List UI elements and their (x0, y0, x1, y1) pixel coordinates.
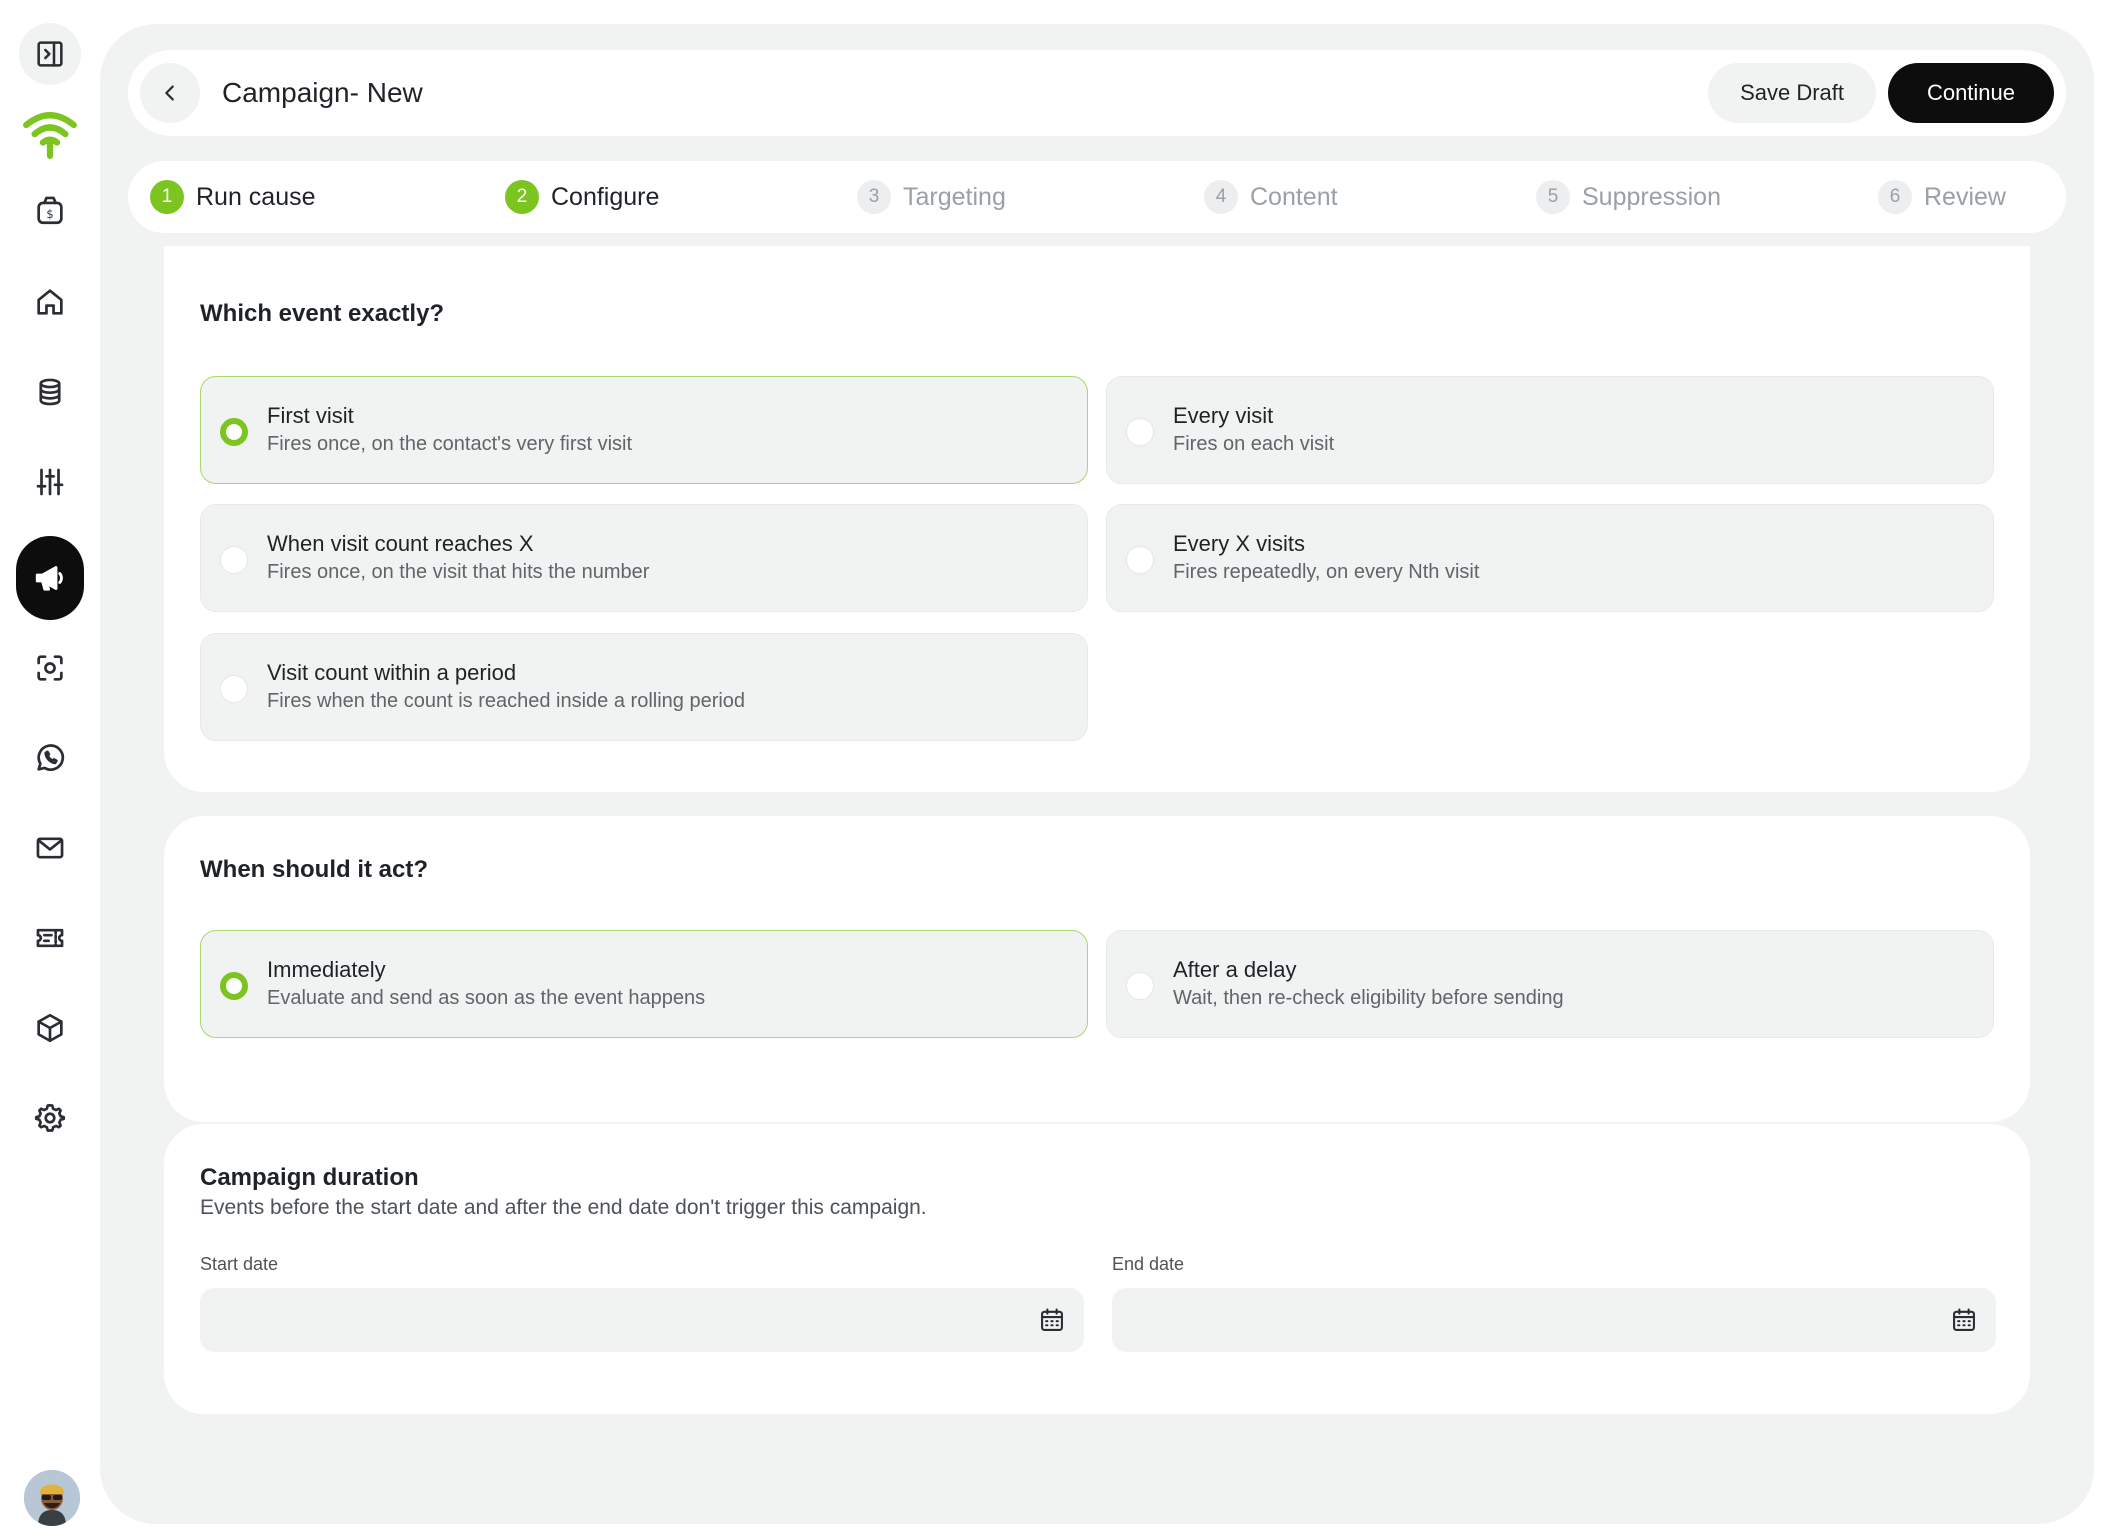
sidebar-item-scan[interactable] (18, 636, 82, 700)
megaphone-icon (35, 566, 63, 591)
radio-unselected[interactable] (1126, 546, 1154, 574)
sidebar-toggle-icon (37, 41, 63, 67)
option-description: Fires repeatedly, on every Nth visit (1173, 561, 1480, 583)
option-description: Evaluate and send as soon as the event h… (267, 987, 706, 1009)
user-avatar[interactable] (24, 1470, 80, 1526)
whatsapp-icon (37, 744, 65, 771)
save-draft-button[interactable]: Save Draft (1708, 63, 1876, 123)
sidebar-item-tickets[interactable] (18, 906, 82, 970)
option-title: Visit count within a period (267, 660, 517, 685)
timing-card: When should it act? Immediately Evaluate… (164, 816, 2030, 1122)
wifi-logo-icon (23, 112, 77, 159)
radio-unselected[interactable] (220, 675, 248, 703)
option-description: Fires on each visit (1173, 433, 1335, 455)
chevron-left-icon (165, 85, 174, 101)
ticket-icon (36, 928, 64, 948)
event-section-title: Which event exactly? (200, 300, 445, 327)
top-bar: Campaign- New Save Draft Continue (128, 50, 2066, 136)
option-first-visit[interactable]: First visit Fires once, on the contact's… (200, 376, 1088, 484)
event-card: Which event exactly? First visit Fires o… (164, 246, 2030, 792)
sidebar-item-database[interactable] (18, 360, 82, 424)
option-immediately[interactable]: Immediately Evaluate and send as soon as… (200, 930, 1088, 1038)
option-title: When visit count reaches X (267, 531, 534, 556)
option-after-delay[interactable]: After a delay Wait, then re-check eligib… (1106, 930, 1994, 1038)
scan-icon (37, 655, 63, 681)
wallet-icon: $ (37, 196, 63, 225)
continue-button[interactable]: Continue (1888, 63, 2054, 123)
main-surface: Campaign- New Save Draft Continue 1 Run … (100, 24, 2094, 1524)
step-number: 1 (150, 180, 184, 214)
sidebar-item-email[interactable] (18, 816, 82, 880)
option-title: After a delay (1173, 957, 1297, 982)
step-number: 5 (1536, 180, 1570, 214)
settings-icon (34, 1103, 66, 1132)
step-number: 2 (505, 180, 539, 214)
sidebar-item-settings[interactable] (18, 1086, 82, 1150)
radio-selected[interactable] (220, 972, 248, 1000)
step-progress: 1 Run cause 2 Configure 3 Targeting 4 Co… (128, 161, 2066, 233)
database-icon (39, 378, 61, 406)
sidebar-item-campaigns[interactable] (16, 536, 84, 620)
step-number: 3 (857, 180, 891, 214)
page-title: Campaign- New (222, 77, 423, 108)
sidebar-item-whatsapp[interactable] (18, 726, 82, 790)
timing-section-title: When should it act? (200, 856, 428, 883)
start-date-field[interactable] (200, 1288, 1084, 1352)
sidebar: $ (0, 0, 100, 1540)
option-visit-count-within-period[interactable]: Visit count within a period Fires when t… (200, 633, 1088, 741)
step-run-cause[interactable]: 1 Run cause (150, 161, 316, 233)
avatar-icon (24, 1470, 80, 1526)
sidebar-item-wallet[interactable]: $ (18, 178, 82, 242)
sidebar-toggle-button[interactable] (19, 23, 81, 85)
step-configure[interactable]: 2 Configure (505, 161, 659, 233)
step-label: Targeting (903, 182, 1006, 211)
step-number: 6 (1878, 180, 1912, 214)
sliders-icon (36, 468, 64, 496)
svg-text:$: $ (46, 207, 53, 221)
step-label: Run cause (196, 182, 316, 211)
sidebar-item-home[interactable] (18, 270, 82, 334)
step-label: Suppression (1582, 182, 1721, 211)
step-targeting[interactable]: 3 Targeting (857, 161, 1006, 233)
box-icon (37, 1013, 63, 1043)
end-date-field[interactable] (1112, 1288, 1996, 1352)
home-icon (37, 289, 63, 315)
step-suppression[interactable]: 5 Suppression (1536, 161, 1721, 233)
step-label: Review (1924, 182, 2006, 211)
back-button[interactable] (140, 63, 200, 123)
option-description: Fires once, on the contact's very first … (267, 433, 633, 455)
step-content[interactable]: 4 Content (1204, 161, 1338, 233)
option-every-x-visits[interactable]: Every X visits Fires repeatedly, on ever… (1106, 504, 1994, 612)
calendar-icon[interactable] (1950, 1306, 1978, 1334)
mail-icon (36, 837, 64, 859)
option-visit-count-reaches-x[interactable]: When visit count reaches X Fires once, o… (200, 504, 1088, 612)
calendar-icon[interactable] (1038, 1306, 1066, 1334)
option-description: Fires once, on the visit that hits the n… (267, 561, 650, 583)
option-title: Every X visits (1173, 531, 1306, 556)
start-date-label: Start date (200, 1254, 279, 1274)
end-date-label: End date (1112, 1254, 1185, 1274)
radio-unselected[interactable] (220, 546, 248, 574)
option-title: First visit (267, 403, 354, 428)
radio-unselected[interactable] (1126, 972, 1154, 1000)
step-number: 4 (1204, 180, 1238, 214)
step-review[interactable]: 6 Review (1878, 161, 2006, 233)
option-every-visit[interactable]: Every visit Fires on each visit (1106, 376, 1994, 484)
duration-description: Events before the start date and after t… (200, 1196, 927, 1219)
sidebar-item-filters[interactable] (18, 450, 82, 514)
step-label: Configure (551, 182, 660, 211)
option-description: Wait, then re-check eligibility before s… (1173, 987, 1564, 1009)
option-title: Immediately (267, 957, 386, 982)
radio-selected[interactable] (220, 418, 248, 446)
duration-card: Campaign duration Events before the star… (164, 1124, 2030, 1414)
radio-unselected[interactable] (1126, 418, 1154, 446)
duration-section-title: Campaign duration (200, 1164, 419, 1191)
step-label: Content (1250, 182, 1338, 211)
option-title: Every visit (1173, 403, 1274, 428)
option-description: Fires when the count is reached inside a… (267, 690, 746, 712)
sidebar-item-products[interactable] (18, 996, 82, 1060)
brand-logo[interactable] (18, 100, 82, 164)
